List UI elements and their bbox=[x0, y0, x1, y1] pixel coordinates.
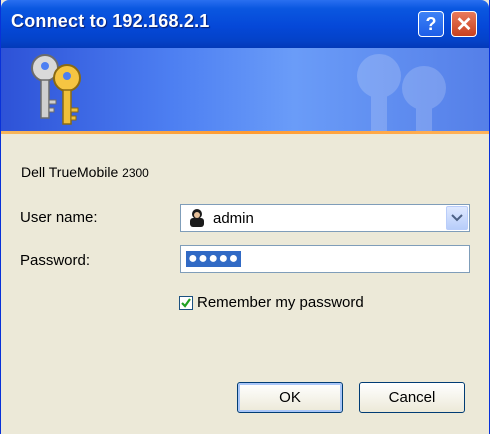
device-model: 2300 bbox=[122, 166, 149, 180]
keys-icon bbox=[31, 54, 81, 125]
username-value: admin bbox=[213, 210, 254, 227]
remember-checkbox[interactable] bbox=[179, 295, 193, 310]
username-label: User name: bbox=[20, 209, 98, 226]
username-combobox[interactable]: admin bbox=[180, 204, 470, 232]
remember-label: Remember my password bbox=[197, 294, 364, 311]
window-title: Connect to 192.168.2.1 bbox=[11, 11, 210, 31]
help-button[interactable]: ? bbox=[418, 11, 444, 37]
device-name-text: Dell TrueMobile bbox=[21, 164, 119, 180]
chevron-down-icon bbox=[451, 214, 463, 222]
cancel-button[interactable]: Cancel bbox=[359, 382, 465, 413]
login-dialog: Connect to 192.168.2.1 ? ✕ Dell TrueMobi… bbox=[0, 0, 490, 434]
password-label: Password: bbox=[20, 252, 91, 269]
banner bbox=[1, 48, 489, 131]
device-name: Dell TrueMobile 2300 bbox=[21, 164, 149, 180]
user-icon bbox=[190, 209, 204, 227]
username-dropdown-button[interactable] bbox=[446, 206, 468, 230]
remember-password[interactable]: Remember my password bbox=[179, 294, 364, 311]
password-field[interactable]: ●●●●● bbox=[180, 245, 470, 273]
checkmark-icon bbox=[181, 297, 191, 308]
dialog-body: Dell TrueMobile 2300 User name: admin Pa… bbox=[1, 134, 489, 434]
title-bar[interactable]: Connect to 192.168.2.1 ? ✕ bbox=[1, 0, 489, 48]
ok-button[interactable]: OK bbox=[237, 382, 343, 413]
close-button[interactable]: ✕ bbox=[451, 11, 477, 37]
keys-watermark-icon bbox=[357, 54, 446, 131]
password-value: ●●●●● bbox=[186, 250, 241, 267]
